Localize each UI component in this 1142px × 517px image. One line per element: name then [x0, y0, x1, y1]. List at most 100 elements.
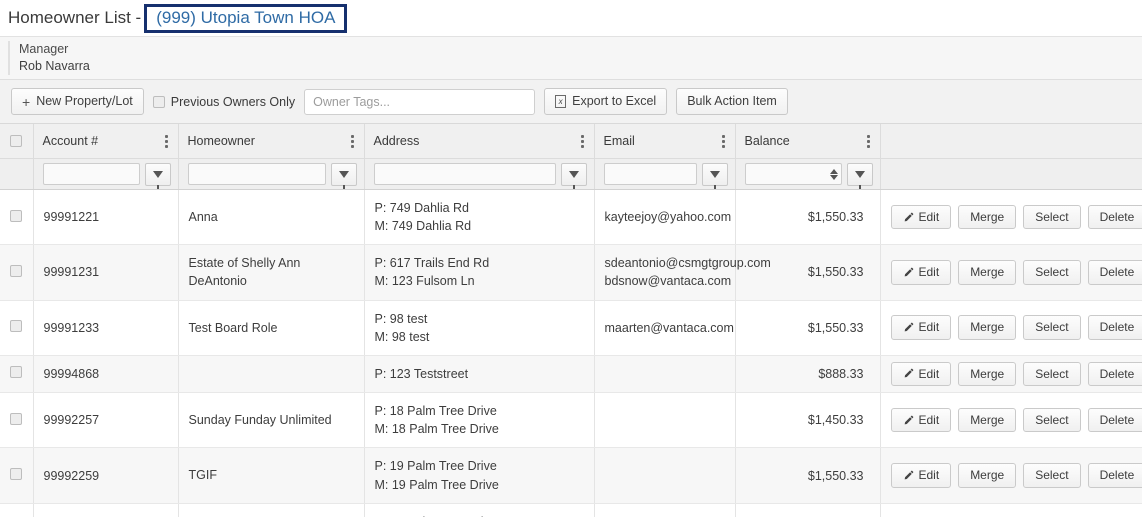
- table-row[interactable]: 99994868 P: 123 Teststreet $888.33 Edit Merg…: [0, 355, 1142, 394]
- cell-actions: Edit Merge Select Delete: [880, 392, 1142, 449]
- row-select-checkbox[interactable]: [10, 366, 23, 379]
- filter-spinner-balance[interactable]: [829, 168, 838, 180]
- column-header-email[interactable]: Email: [594, 124, 736, 159]
- address-mailing: M: 749 Dahlia Rd: [374, 219, 472, 234]
- row-select-cell: [0, 503, 34, 517]
- table-row[interactable]: 99991233 Test Board Role P: 98 test M: 98 t…: [0, 300, 1142, 356]
- column-menu-icon-homeowner[interactable]: [348, 133, 357, 150]
- merge-button[interactable]: Merge: [958, 408, 1017, 433]
- filter-input-account[interactable]: [42, 163, 140, 185]
- pencil-icon-svg: [904, 267, 913, 277]
- address-property: P: 18 Palm Tree Drive: [374, 404, 497, 419]
- column-header-homeowner[interactable]: Homeowner: [178, 124, 365, 159]
- edit-button[interactable]: Edit: [890, 361, 952, 387]
- column-header-balance[interactable]: Balance: [735, 124, 881, 159]
- delete-button[interactable]: Delete: [1087, 204, 1142, 230]
- select-button[interactable]: Select: [1023, 463, 1081, 488]
- row-select-checkbox[interactable]: [10, 209, 23, 222]
- filter-cell-homeowner: [178, 158, 365, 190]
- merge-button[interactable]: Merge: [958, 463, 1017, 488]
- delete-button[interactable]: Delete: [1087, 408, 1142, 433]
- row-actions: Edit Merge Select Delete: [890, 463, 1142, 488]
- merge-button[interactable]: Merge: [958, 204, 1017, 230]
- previous-owners-only-checkbox[interactable]: [152, 95, 165, 108]
- column-menu-icon-balance[interactable]: [864, 133, 873, 150]
- column-menu-icon-address[interactable]: [578, 133, 587, 150]
- filter-button-balance[interactable]: [846, 162, 873, 189]
- funnel-icon: [152, 170, 163, 189]
- table-row[interactable]: 99992258Wine WednesdayP: 20 Palm Tree Dr…: [0, 503, 1142, 517]
- table-row[interactable]: 99991231 Estate of Shelly Ann DeAntonio P:…: [0, 244, 1142, 301]
- merge-button[interactable]: Merge: [958, 315, 1017, 340]
- edit-button[interactable]: Edit: [890, 408, 952, 433]
- edit-button[interactable]: Edit: [890, 260, 952, 285]
- delete-button[interactable]: Delete: [1087, 315, 1142, 340]
- address-property: P: 123 Teststreet: [374, 366, 469, 381]
- delete-button[interactable]: Delete: [1087, 260, 1142, 285]
- select-button-label: Select: [1035, 209, 1069, 224]
- row-select-checkbox[interactable]: [10, 264, 23, 277]
- column-menu-icon-account[interactable]: [162, 133, 171, 150]
- manager-block: Manager Rob Navarra: [8, 41, 90, 75]
- column-header-label-address: Address: [373, 134, 420, 148]
- edit-button-label: Edit: [918, 209, 940, 224]
- edit-button[interactable]: Edit: [890, 315, 952, 340]
- edit-button[interactable]: Edit: [890, 463, 952, 488]
- filter-button-email[interactable]: [701, 162, 728, 189]
- column-header-account[interactable]: Account #: [33, 124, 179, 159]
- address-mailing: M: 123 Fulsom Ln: [374, 274, 475, 289]
- filter-input-address[interactable]: [373, 163, 556, 185]
- cell-account: 99994868: [33, 355, 179, 394]
- edit-button[interactable]: Edit: [890, 204, 952, 230]
- owner-tags-input[interactable]: [304, 88, 536, 115]
- cell-actions: Edit Merge Select Delete: [880, 189, 1142, 246]
- select-button[interactable]: Select: [1023, 204, 1081, 230]
- manager-label: Manager: [19, 42, 69, 57]
- column-header-address[interactable]: Address: [364, 124, 595, 159]
- delete-button[interactable]: Delete: [1087, 361, 1142, 387]
- export-to-excel-button[interactable]: x Export to Excel: [544, 88, 668, 115]
- pencil-icon-svg: [904, 415, 913, 425]
- cell-homeowner: Anna: [178, 189, 365, 246]
- filter-input-balance[interactable]: [745, 164, 830, 184]
- select-button[interactable]: Select: [1023, 361, 1081, 387]
- row-select-checkbox[interactable]: [10, 468, 23, 481]
- column-menu-icon-email[interactable]: [719, 133, 728, 150]
- merge-button[interactable]: Merge: [958, 361, 1017, 387]
- cell-actions: Edit Merge Select Delete: [880, 355, 1142, 394]
- address-mailing: M: 98 test: [374, 329, 430, 344]
- column-header-label-account: Account #: [42, 134, 99, 148]
- select-button[interactable]: Select: [1023, 260, 1081, 285]
- select-all-checkbox[interactable]: [10, 135, 23, 147]
- delete-button[interactable]: Delete: [1087, 463, 1142, 488]
- homeowner-name: TGIF: [188, 468, 217, 483]
- filter-input-homeowner[interactable]: [187, 163, 326, 185]
- table-row[interactable]: 99992257 Sunday Funday Unlimited P: 18 Pal…: [0, 392, 1142, 449]
- table-body: 99991221 Anna P: 749 Dahlia Rd M: 749 Dahli…: [0, 189, 1142, 517]
- previous-owners-only-toggle[interactable]: Previous Owners Only: [152, 95, 295, 109]
- edit-button-label: Edit: [918, 468, 940, 483]
- filter-cell-email: [594, 158, 736, 190]
- table-row[interactable]: 99992259 TGIF P: 19 Palm Tree Drive M: 19 P…: [0, 447, 1142, 504]
- select-button[interactable]: Select: [1023, 315, 1081, 340]
- association-link-highlight: (999) Utopia Town HOA: [144, 3, 348, 33]
- select-button[interactable]: Select: [1023, 408, 1081, 433]
- new-property-lot-button[interactable]: + New Property/Lot: [11, 88, 144, 115]
- cell-account: 99992257: [33, 392, 179, 449]
- filter-button-homeowner[interactable]: [330, 162, 357, 189]
- cell-address: P: 20 Palm Tree DriveM: 20 Palm Tree Dri…: [364, 503, 595, 517]
- merge-button[interactable]: Merge: [958, 260, 1017, 285]
- filter-button-account[interactable]: [144, 162, 171, 189]
- row-select-checkbox[interactable]: [10, 412, 23, 425]
- filter-input-email[interactable]: [603, 163, 697, 185]
- email-address: sdeantonio@csmgtgroup.com: [604, 256, 771, 271]
- filter-button-address[interactable]: [560, 162, 587, 189]
- merge-button-label: Merge: [970, 468, 1005, 483]
- address-property: P: 98 test: [374, 311, 428, 326]
- row-select-checkbox[interactable]: [10, 320, 23, 333]
- bulk-action-item-button[interactable]: Bulk Action Item: [676, 88, 788, 115]
- cell-balance: $1,550.33: [735, 189, 881, 246]
- table-row[interactable]: 99991221 Anna P: 749 Dahlia Rd M: 749 Dahli…: [0, 189, 1142, 246]
- select-all-header: [0, 124, 34, 159]
- association-link[interactable]: (999) Utopia Town HOA: [156, 8, 335, 27]
